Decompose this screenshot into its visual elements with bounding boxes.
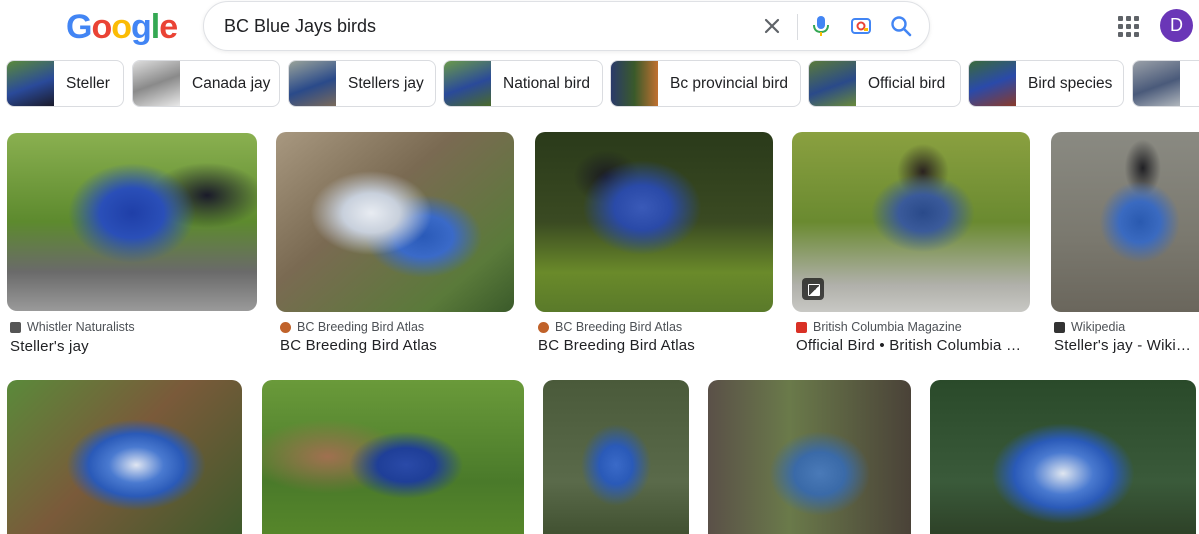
image-result[interactable]: Whistler Naturalists Steller's jay	[7, 133, 257, 358]
image-result[interactable]	[543, 380, 689, 534]
source-name: British Columbia Magazine	[813, 320, 962, 334]
logo-letter: l	[150, 8, 161, 46]
image-result[interactable]	[7, 380, 242, 534]
chip-thumbnail	[289, 61, 336, 106]
result-title[interactable]: BC Breeding Bird Atlas	[280, 337, 514, 354]
result-source: BC Breeding Bird Atlas	[538, 320, 682, 334]
result-source: Whistler Naturalists	[10, 320, 135, 334]
result-image[interactable]	[276, 132, 514, 312]
search-divider	[797, 14, 798, 40]
chip-canada-jay[interactable]: Canada jay	[132, 60, 280, 107]
result-source: BC Breeding Bird Atlas	[280, 320, 424, 334]
source-name: Wikipedia	[1071, 320, 1126, 334]
image-result[interactable]	[262, 380, 524, 534]
favicon-icon	[1054, 321, 1065, 333]
avatar[interactable]: D	[1160, 9, 1193, 42]
result-source: Wikipedia	[1054, 320, 1125, 334]
chip-thumbnail	[133, 61, 180, 106]
image-result[interactable]	[708, 380, 911, 534]
chip-national-bird[interactable]: National bird	[443, 60, 603, 107]
favicon-icon	[796, 321, 807, 333]
result-image[interactable]	[7, 380, 242, 534]
chip-more[interactable]	[1132, 60, 1199, 107]
logo-letter: G	[66, 8, 92, 46]
camera-lens-icon[interactable]	[847, 12, 875, 40]
chip-thumbnail	[611, 61, 658, 106]
search-icon[interactable]	[887, 12, 915, 40]
related-search-chips: Steller Canada jay Stellers jay National…	[0, 60, 1199, 108]
logo-letter: g	[131, 8, 152, 46]
image-result[interactable]: BC Breeding Bird Atlas BC Breeding Bird …	[276, 132, 514, 357]
chip-official-bird[interactable]: Official bird	[808, 60, 961, 107]
source-name: BC Breeding Bird Atlas	[297, 320, 425, 334]
chip-thumbnail	[7, 61, 54, 106]
favicon-icon	[280, 321, 291, 333]
microphone-icon[interactable]	[807, 12, 835, 40]
logo-letter: o	[91, 8, 112, 46]
favicon-icon	[538, 321, 549, 333]
logo-letter: o	[111, 8, 132, 46]
image-result[interactable]	[930, 380, 1196, 534]
result-title[interactable]: Steller's jay - Wikipe…	[1054, 337, 1199, 354]
search-input[interactable]	[224, 2, 744, 50]
chip-bird-species[interactable]: Bird species	[968, 60, 1124, 107]
result-title[interactable]: BC Breeding Bird Atlas	[538, 337, 773, 354]
google-logo[interactable]: Google	[66, 8, 178, 47]
chip-label: Steller	[66, 74, 110, 92]
search-box	[203, 1, 930, 51]
chip-label: Bc provincial bird	[670, 74, 789, 92]
chip-thumbnail	[1133, 61, 1180, 106]
source-name: BC Breeding Bird Atlas	[555, 320, 683, 334]
chip-label: National bird	[503, 74, 591, 92]
chip-label: Canada jay	[192, 74, 271, 92]
chip-stellers-jay[interactable]: Stellers jay	[288, 60, 436, 107]
result-image[interactable]	[1051, 132, 1199, 312]
chip-thumbnail	[809, 61, 856, 106]
chip-label: Bird species	[1028, 74, 1113, 92]
result-image[interactable]	[792, 132, 1030, 312]
result-image[interactable]	[708, 380, 911, 534]
favicon-icon	[10, 321, 21, 333]
image-result[interactable]: Wikipedia Steller's jay - Wikipe…	[1051, 132, 1199, 357]
result-title[interactable]: Steller's jay	[10, 338, 257, 355]
result-image[interactable]	[535, 132, 773, 312]
result-source: British Columbia Magazine	[796, 320, 962, 334]
apps-grid-icon[interactable]	[1116, 14, 1140, 38]
chip-label: Official bird	[868, 74, 946, 92]
image-badge-icon	[802, 278, 824, 300]
result-image[interactable]	[262, 380, 524, 534]
result-image[interactable]	[930, 380, 1196, 534]
chip-thumbnail	[444, 61, 491, 106]
source-name: Whistler Naturalists	[27, 320, 135, 334]
logo-letter: e	[159, 8, 178, 46]
chip-thumbnail	[969, 61, 1016, 106]
result-title[interactable]: Official Bird • British Columbia Ma…	[796, 337, 1026, 354]
image-result[interactable]: BC Breeding Bird Atlas BC Breeding Bird …	[535, 132, 773, 357]
image-result[interactable]: British Columbia Magazine Official Bird …	[792, 132, 1030, 357]
chip-bc-provincial-bird[interactable]: Bc provincial bird	[610, 60, 801, 107]
result-image[interactable]	[7, 133, 257, 311]
chip-label: Stellers jay	[348, 74, 424, 92]
result-image[interactable]	[543, 380, 689, 534]
close-icon[interactable]	[758, 12, 786, 40]
chip-steller[interactable]: Steller	[6, 60, 124, 107]
